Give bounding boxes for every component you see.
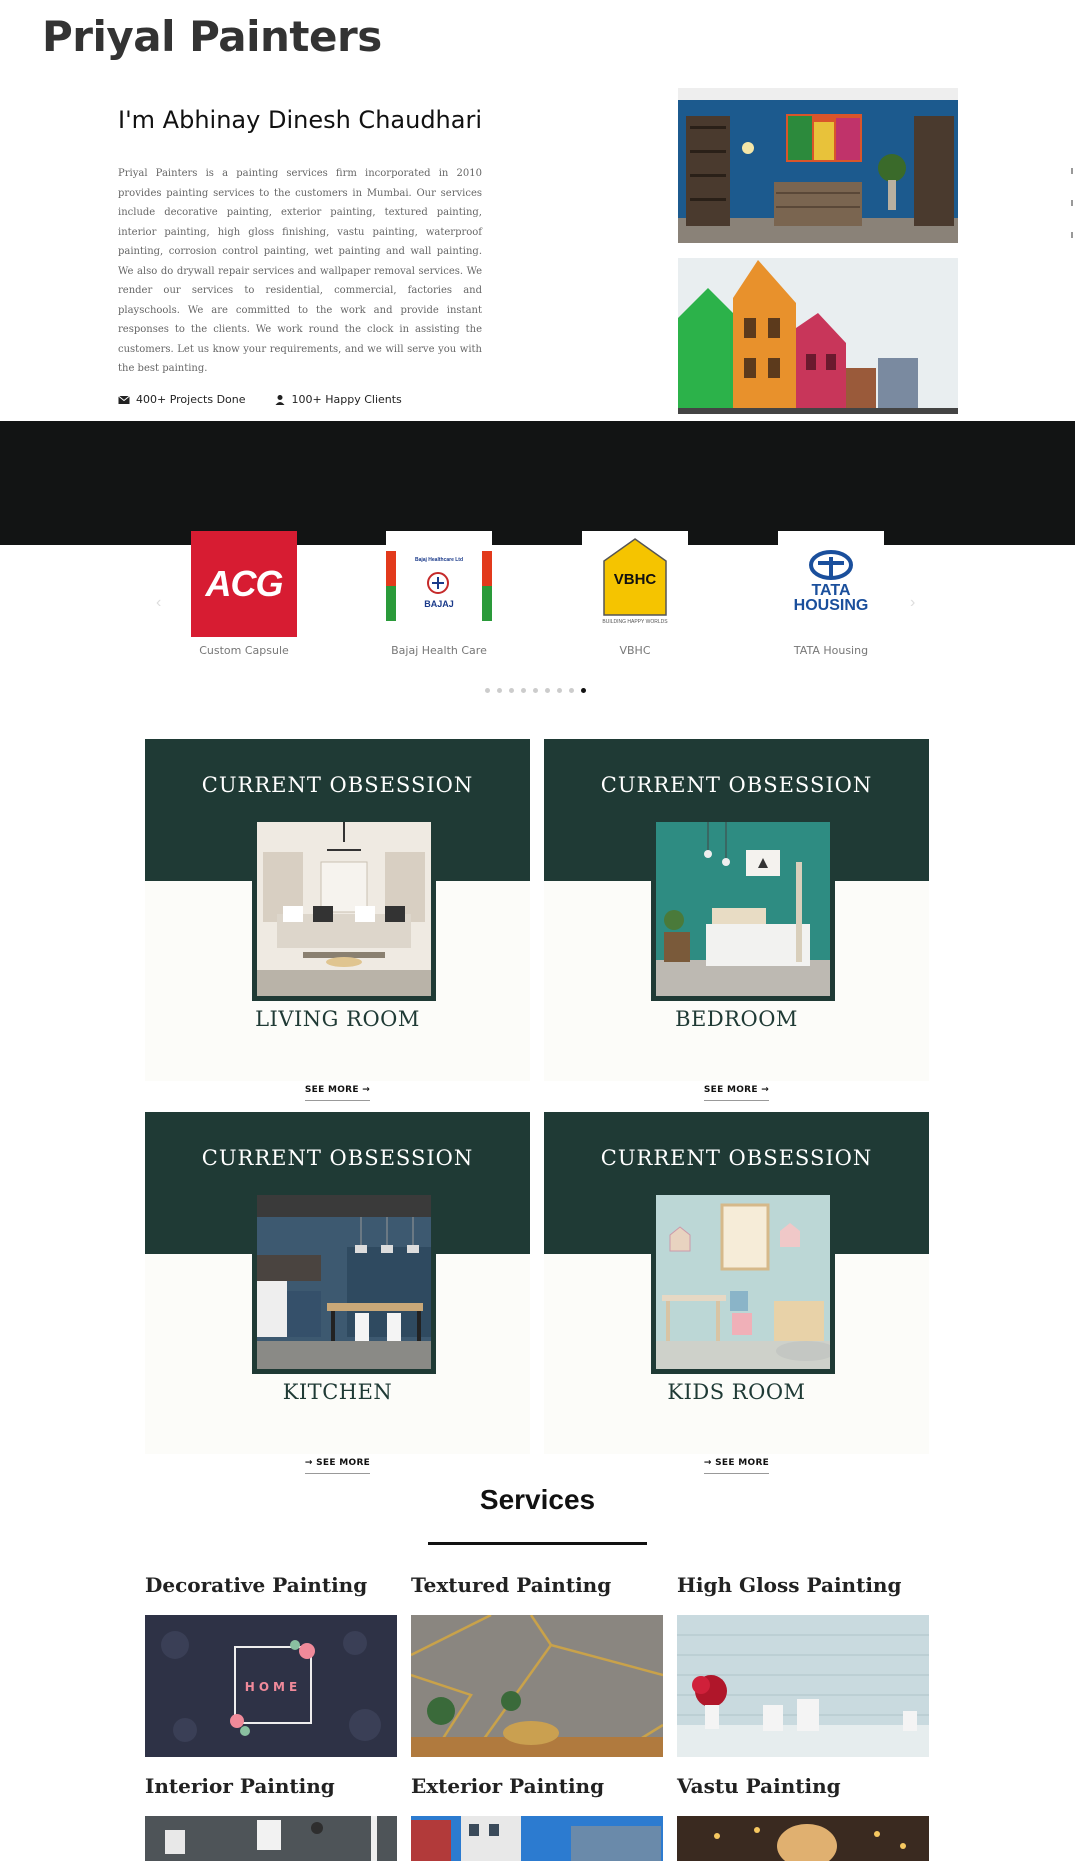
service-image-vastu[interactable]	[677, 1816, 929, 1861]
carousel-dot-active[interactable]	[581, 688, 586, 693]
site-brand-title[interactable]: Priyal Painters	[42, 12, 382, 61]
see-more-link[interactable]: → SEE MORE	[544, 1452, 929, 1474]
hero-image-blue-room	[678, 88, 958, 243]
bajaj-logo-graphic	[386, 551, 492, 621]
envelope-icon	[118, 395, 130, 404]
see-more-link[interactable]: SEE MORE →	[544, 1079, 929, 1101]
stat-clients-label: 100+ Happy Clients	[291, 393, 402, 406]
user-icon	[275, 394, 285, 405]
service-title[interactable]: Exterior Painting	[411, 1774, 604, 1798]
service-title[interactable]: Interior Painting	[145, 1774, 335, 1798]
obsession-card-kitchen[interactable]: CURRENT OBSESSION KITCHEN → SEE MORE	[145, 1112, 530, 1474]
bedroom-photo	[651, 817, 835, 1001]
carousel-dot[interactable]	[545, 688, 550, 693]
service-image-high-gloss[interactable]	[677, 1615, 929, 1757]
see-more-link[interactable]: SEE MORE →	[145, 1079, 530, 1101]
see-more-link[interactable]: → SEE MORE	[145, 1452, 530, 1474]
carousel-dot[interactable]	[569, 688, 574, 693]
carousel-dot[interactable]	[485, 688, 490, 693]
vbhc-logo-text: VBHC	[613, 571, 657, 588]
carousel-dots	[485, 688, 586, 693]
client-name: VBHC	[619, 644, 651, 657]
card-heading: CURRENT OBSESSION	[201, 1146, 474, 1170]
carousel-dot[interactable]	[497, 688, 502, 693]
about-description: Priyal Painters is a painting services f…	[118, 168, 482, 374]
carousel-dot[interactable]	[533, 688, 538, 693]
card-room-label: LIVING ROOM	[255, 1007, 420, 1031]
home-text: HOME	[245, 1680, 301, 1694]
client-name: Bajaj Health Care	[391, 644, 487, 657]
service-title[interactable]: Vastu Painting	[677, 1774, 841, 1798]
card-room-label: KITCHEN	[282, 1380, 393, 1404]
bajaj-logo-text: BAJAJ	[424, 599, 454, 609]
card-heading: CURRENT OBSESSION	[201, 773, 474, 797]
service-title[interactable]: Decorative Painting	[145, 1573, 367, 1597]
acg-logo-text: ACG	[205, 563, 284, 604]
stat-projects: 400+ Projects Done	[118, 393, 246, 406]
clients-carousel: ACG Custom Capsule Bajaj Healthcare Ltd …	[0, 531, 1075, 661]
services-heading: Services	[479, 1484, 596, 1515]
service-image-exterior[interactable]	[411, 1816, 663, 1861]
client-logo-vbhc[interactable]: VBHC BUILDING HAPPY WORLDS VBHC	[582, 531, 688, 657]
card-heading: CURRENT OBSESSION	[600, 773, 873, 797]
service-title[interactable]: Textured Painting	[411, 1573, 611, 1597]
service-image-textured[interactable]	[411, 1615, 663, 1757]
stat-projects-label: 400+ Projects Done	[136, 393, 246, 406]
carousel-dot[interactable]	[557, 688, 562, 693]
card-room-label: BEDROOM	[675, 1007, 798, 1031]
living-room-photo	[252, 817, 436, 1001]
hero-image-colorful-houses	[678, 258, 958, 414]
stat-clients: 100+ Happy Clients	[274, 393, 402, 406]
carousel-dot[interactable]	[521, 688, 526, 693]
client-logo-acg[interactable]: ACG Custom Capsule	[191, 531, 297, 657]
bajaj-subtext: Bajaj Healthcare Ltd	[414, 557, 464, 563]
service-image-interior[interactable]	[145, 1816, 397, 1861]
about-stats: 400+ Projects Done 100+ Happy Clients	[118, 393, 402, 406]
client-name: TATA Housing	[793, 644, 869, 657]
card-heading: CURRENT OBSESSION	[600, 1146, 873, 1170]
client-logo-tata[interactable]: TATA HOUSING TATA Housing	[778, 531, 884, 657]
right-edge-indicators	[1071, 168, 1075, 264]
client-logo-bajaj[interactable]: Bajaj Healthcare Ltd BAJAJ Bajaj Health …	[386, 531, 492, 657]
about-heading: I'm Abhinay Dinesh Chaudhari	[118, 106, 483, 134]
card-room-label: KIDS ROOM	[667, 1380, 806, 1404]
kids-room-photo	[651, 1190, 835, 1374]
carousel-dot[interactable]	[509, 688, 514, 693]
obsession-card-living-room[interactable]: CURRENT OBSESSION LIVING ROOM SEE MORE →	[145, 739, 530, 1101]
services-divider	[428, 1542, 647, 1545]
kitchen-photo	[252, 1190, 436, 1374]
obsession-card-bedroom[interactable]: CURRENT OBSESSION BEDROOM SEE MORE →	[544, 739, 929, 1101]
tata-subtext: HOUSING	[793, 597, 869, 614]
dark-banner	[0, 421, 1075, 545]
vbhc-subtext: BUILDING HAPPY WORLDS	[602, 619, 668, 625]
service-image-decorative[interactable]: HOME	[145, 1615, 397, 1757]
obsession-card-kids-room[interactable]: CURRENT OBSESSION KIDS ROOM → SEE MORE	[544, 1112, 929, 1474]
service-title[interactable]: High Gloss Painting	[677, 1573, 901, 1597]
client-name: Custom Capsule	[199, 644, 289, 657]
